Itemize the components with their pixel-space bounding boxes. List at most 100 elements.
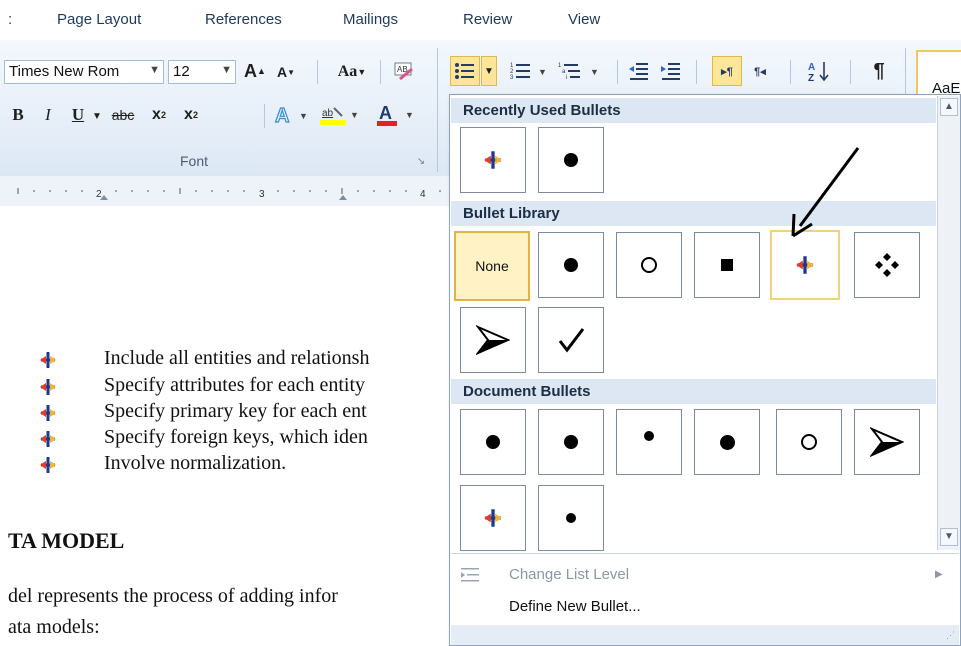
- document-bullet-arrowhead[interactable]: [854, 409, 920, 475]
- filled-circle-icon: [644, 431, 654, 441]
- list-item: Involve normalization.: [104, 452, 287, 474]
- tab-review[interactable]: Review: [463, 11, 512, 28]
- define-new-bullet-item[interactable]: Define New Bullet...: [451, 591, 936, 623]
- list-item: Specify attributes for each entity: [104, 374, 366, 396]
- scroll-down-icon[interactable]: ▼: [940, 528, 958, 546]
- gallery-scrollbar[interactable]: ▲ ▼: [937, 96, 960, 550]
- document-bullet-dot[interactable]: [538, 409, 604, 475]
- text-effects-icon[interactable]: A ▼: [272, 102, 312, 128]
- arrow-bullet-icon: [484, 151, 502, 169]
- grow-font-icon[interactable]: A ▲: [243, 58, 267, 84]
- svg-text:A: A: [808, 62, 815, 73]
- separator: [380, 60, 381, 84]
- bullets-dropdown-chevron-icon[interactable]: ▼: [481, 56, 497, 86]
- show-formatting-marks-icon[interactable]: ¶: [864, 56, 894, 86]
- separator: [617, 60, 618, 84]
- clear-formatting-icon[interactable]: AB: [390, 58, 418, 84]
- filled-circle-icon: [564, 153, 578, 167]
- dropdown-resize-bar: ⋰: [451, 625, 959, 645]
- library-bullet-arrow[interactable]: [770, 230, 840, 300]
- list-level-icon: [461, 568, 479, 582]
- superscript-icon[interactable]: x2: [178, 102, 204, 128]
- bullets-button[interactable]: [450, 56, 480, 86]
- checkmark-icon: [558, 328, 585, 353]
- document-bullet-circle[interactable]: [776, 409, 842, 475]
- left-to-right-icon[interactable]: ▸¶: [712, 56, 742, 86]
- separator: [264, 104, 265, 128]
- resize-grip-icon[interactable]: ⋰: [946, 630, 955, 641]
- document-page[interactable]: Include all entities and relationsh Spec…: [0, 206, 450, 646]
- shrink-font-icon[interactable]: A ▼: [274, 60, 298, 84]
- dialog-launcher-icon[interactable]: ↘: [414, 154, 428, 168]
- separator: [850, 60, 851, 84]
- document-bullet-dot[interactable]: [694, 409, 760, 475]
- highlight-color-icon[interactable]: ab ▼: [318, 102, 362, 128]
- increase-indent-icon[interactable]: [656, 56, 686, 86]
- svg-text:A: A: [379, 103, 392, 123]
- change-list-level-label: Change List Level: [509, 566, 630, 583]
- separator: [696, 60, 697, 84]
- ruler-mark: 4: [420, 189, 426, 200]
- document-bullet-dot[interactable]: [460, 409, 526, 475]
- arrow-bullet-icon: [40, 457, 56, 473]
- library-bullet-arrowhead[interactable]: [460, 307, 526, 373]
- italic-icon[interactable]: I: [36, 102, 60, 128]
- svg-text:▼: ▼: [299, 111, 308, 121]
- sort-icon[interactable]: AZ: [804, 56, 834, 86]
- document-bullet-small-dot[interactable]: [616, 409, 682, 475]
- document-bullet-arrow[interactable]: [460, 485, 526, 551]
- horizontal-ruler[interactable]: 2 3 4: [0, 176, 450, 207]
- recently-used-bullets-header: Recently Used Bullets: [451, 98, 936, 123]
- font-size-combo[interactable]: 12 ▼: [168, 60, 236, 84]
- font-color-icon[interactable]: A ▼: [375, 102, 419, 128]
- multilevel-list-icon[interactable]: 1 a i ▼: [556, 56, 606, 86]
- svg-text:A: A: [275, 105, 289, 127]
- tab-mailings[interactable]: Mailings: [343, 11, 398, 28]
- library-bullet-diamond[interactable]: [854, 232, 920, 298]
- change-case-icon[interactable]: Aa ▼: [330, 60, 374, 84]
- bold-icon[interactable]: B: [6, 102, 30, 128]
- filled-circle-icon: [486, 435, 500, 449]
- tab-divider: :: [8, 11, 13, 28]
- arrow-bullet-icon: [484, 509, 502, 527]
- font-name-combo[interactable]: Times New Rom ▼: [4, 60, 164, 84]
- arrow-bullet-icon: [796, 256, 814, 274]
- separator: [437, 48, 438, 172]
- filled-circle-icon: [564, 258, 578, 272]
- define-new-bullet-label: Define New Bullet...: [509, 598, 641, 615]
- list-item: Specify foreign keys, which iden: [104, 426, 368, 448]
- svg-text:▼: ▼: [405, 110, 414, 120]
- svg-text:3: 3: [510, 75, 514, 81]
- arrow-bullet-icon: [40, 405, 56, 421]
- submenu-arrow-icon: ▶: [935, 569, 943, 580]
- document-bullet-small-dot[interactable]: [538, 485, 604, 551]
- svg-text:▼: ▼: [538, 67, 547, 77]
- bullet-library-header: Bullet Library: [451, 201, 936, 226]
- bullet-none[interactable]: None: [454, 231, 530, 301]
- font-name-value: Times New Rom: [9, 63, 120, 80]
- strikethrough-icon[interactable]: abc: [106, 102, 140, 128]
- hollow-circle-icon: [801, 434, 817, 450]
- scroll-up-icon[interactable]: ▲: [940, 98, 958, 116]
- subscript-icon[interactable]: x2: [146, 102, 172, 128]
- underline-icon[interactable]: U: [66, 102, 90, 128]
- change-list-level-item[interactable]: Change List Level ▶: [451, 559, 943, 591]
- arrowhead-icon: [870, 427, 904, 457]
- filled-circle-icon: [566, 513, 576, 523]
- bullet-none-label: None: [475, 258, 509, 274]
- chevron-down-icon[interactable]: ▼: [90, 104, 104, 128]
- recent-bullet-arrow[interactable]: [460, 127, 526, 193]
- library-bullet-circle[interactable]: [616, 232, 682, 298]
- tab-references[interactable]: References: [205, 11, 282, 28]
- recent-bullet-dot[interactable]: [538, 127, 604, 193]
- library-bullet-checkmark[interactable]: [538, 307, 604, 373]
- four-diamond-icon: [875, 253, 899, 277]
- numbering-icon[interactable]: 1 2 3 ▼: [508, 56, 552, 86]
- library-bullet-square[interactable]: [694, 232, 760, 298]
- decrease-indent-icon[interactable]: [624, 56, 654, 86]
- document-bullets-header: Document Bullets: [451, 379, 936, 404]
- library-bullet-dot[interactable]: [538, 232, 604, 298]
- tab-view[interactable]: View: [568, 11, 600, 28]
- right-to-left-icon[interactable]: ¶◂: [745, 56, 775, 86]
- tab-page-layout[interactable]: Page Layout: [57, 11, 141, 28]
